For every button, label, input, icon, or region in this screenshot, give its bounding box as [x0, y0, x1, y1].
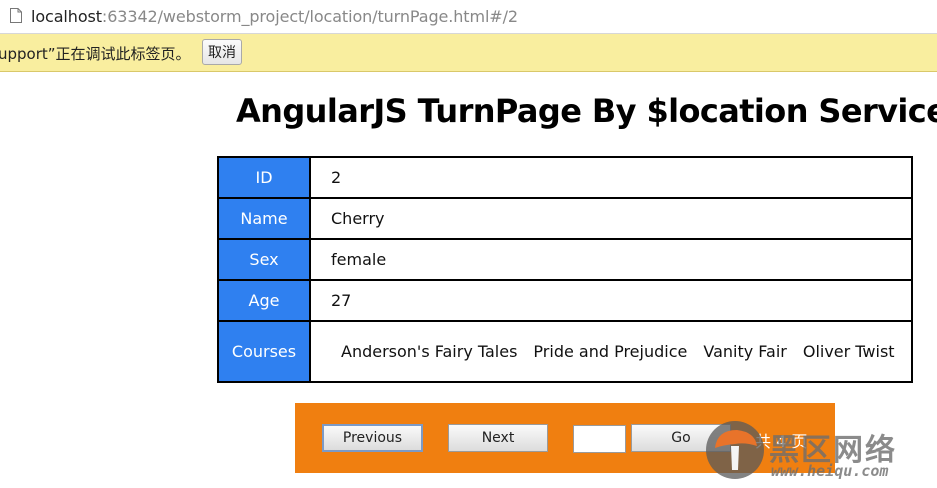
debug-infobar: upport”正在调试此标签页。 取消 — [0, 34, 937, 72]
course-item: Pride and Prejudice — [533, 342, 688, 361]
table-row: Age 27 — [217, 279, 913, 322]
previous-button[interactable]: Previous — [322, 424, 423, 452]
sex-value: female — [309, 238, 913, 281]
table-row: Courses Anderson's Fairy Tales Pride and … — [217, 320, 913, 383]
table-row: ID 2 — [217, 156, 913, 199]
age-label: Age — [217, 279, 311, 322]
page-title: AngularJS TurnPage By $location Service — [236, 92, 937, 130]
mushroom-logo-icon — [706, 421, 764, 479]
page: localhost:63342/webstorm_project/locatio… — [0, 0, 937, 488]
infobar-message: upport”正在调试此标签页。 — [0, 45, 191, 63]
age-value: 27 — [309, 279, 913, 322]
page-icon — [10, 8, 22, 23]
next-button[interactable]: Next — [448, 424, 548, 452]
table-row: Name Cherry — [217, 197, 913, 240]
id-label: ID — [217, 156, 311, 199]
watermark: 黑区网络 www.heiqu.com — [705, 420, 937, 488]
table-row: Sex female — [217, 238, 913, 281]
url-path: :63342/webstorm_project/location/turnPag… — [101, 7, 518, 26]
address-bar[interactable]: localhost:63342/webstorm_project/locatio… — [0, 0, 937, 34]
watermark-url: www.heiqu.com — [771, 462, 889, 480]
url-host: localhost — [31, 7, 102, 26]
url-text[interactable]: localhost:63342/webstorm_project/locatio… — [31, 7, 518, 26]
course-item: Vanity Fair — [703, 342, 787, 361]
name-value: Cherry — [309, 197, 913, 240]
page-number-input[interactable] — [573, 425, 626, 453]
sex-label: Sex — [217, 238, 311, 281]
record-table: ID 2 Name Cherry Sex female Age 27 Cours… — [217, 156, 913, 383]
course-item: Anderson's Fairy Tales — [341, 342, 518, 361]
cancel-button[interactable]: 取消 — [202, 39, 242, 65]
courses-label: Courses — [217, 320, 311, 383]
course-item: Oliver Twist — [802, 342, 895, 361]
id-value: 2 — [309, 156, 913, 199]
name-label: Name — [217, 197, 311, 240]
courses-value: Anderson's Fairy Tales Pride and Prejudic… — [309, 320, 913, 383]
